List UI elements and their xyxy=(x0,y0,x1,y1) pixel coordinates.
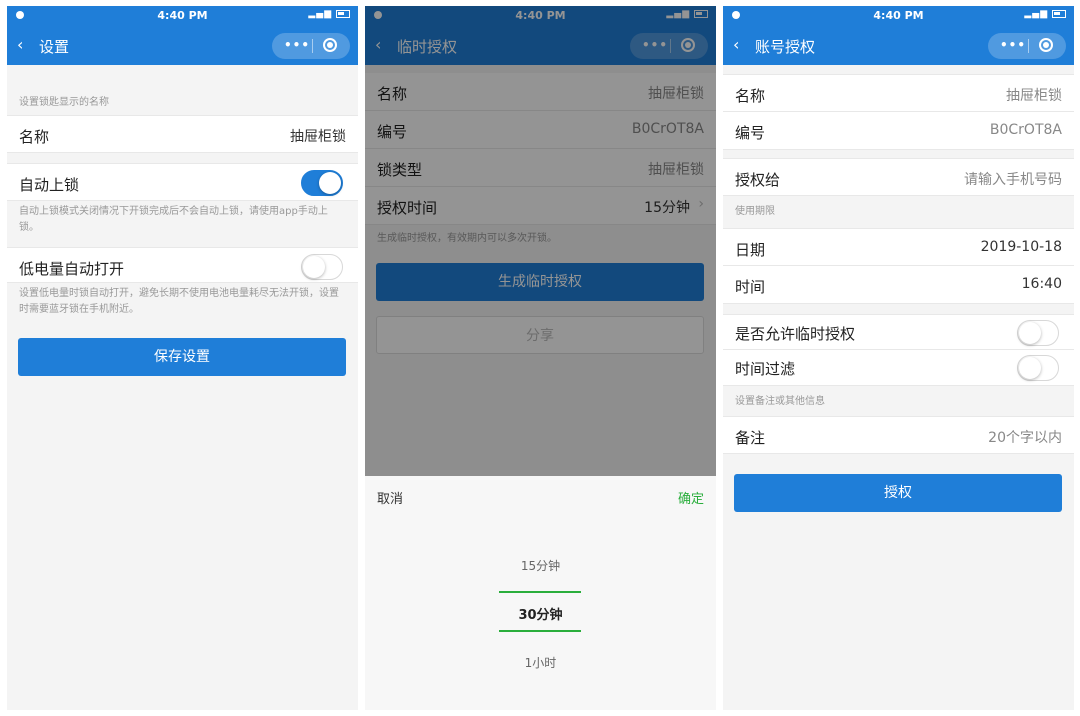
autolock-row: 自动上锁 xyxy=(7,163,358,201)
settings-screen: 4:40 PM ▂▄▆ ‹ 设置 ••• 设置锁匙显示的名称 名称 抽屉柜锁 自… xyxy=(7,6,358,710)
duration-picker: 取消 确定 15分钟 30分钟 1小时 xyxy=(365,476,716,710)
lowbat-hint: 设置低电量时锁自动打开，避免长期不使用电池电量耗尽无法开锁，设置时需要蓝牙锁在手… xyxy=(19,288,339,315)
autolock-hint: 自动上锁模式关闭情况下开锁完成后不会自动上锁，请使用app手动上锁。 xyxy=(19,206,328,233)
lock-id-label: 编号 xyxy=(735,124,766,142)
lock-name-row: 名称 抽屉柜锁 xyxy=(723,74,1074,112)
allow-temp-label: 是否允许临时授权 xyxy=(735,325,856,343)
autolock-toggle[interactable] xyxy=(301,170,343,196)
close-miniprogram-icon[interactable] xyxy=(1039,38,1053,52)
lowbat-toggle[interactable] xyxy=(301,254,343,280)
lowbat-row: 低电量自动打开 xyxy=(7,247,358,283)
save-button[interactable]: 保存设置 xyxy=(18,338,346,376)
page-title: 账号授权 xyxy=(755,38,816,56)
signal-battery-icon: ▂▄▆ xyxy=(1024,9,1066,19)
modal-overlay[interactable] xyxy=(365,6,716,476)
time-filter-toggle[interactable] xyxy=(1017,355,1059,381)
picker-selection-line-bottom xyxy=(499,630,581,632)
name-hint: 设置锁匙显示的名称 xyxy=(19,97,109,108)
grant-to-row: 授权给 请输入手机号码 xyxy=(723,158,1074,196)
navigation-bar: ‹ 设置 ••• xyxy=(7,25,358,65)
picker-confirm-button[interactable]: 确定 xyxy=(678,488,704,507)
note-row: 备注 20个字以内 xyxy=(723,416,1074,454)
autolock-label: 自动上锁 xyxy=(19,176,80,194)
more-icon[interactable]: ••• xyxy=(1000,38,1026,52)
date-row[interactable]: 日期 2019-10-18 xyxy=(723,228,1074,266)
account-auth-content: 名称 抽屉柜锁 编号 B0CrOT8A 授权给 请输入手机号码 使用期限 日期 … xyxy=(723,74,1074,454)
status-bar: 4:40 PM ▂▄▆ xyxy=(7,6,358,25)
name-row[interactable]: 名称 抽屉柜锁 xyxy=(7,115,358,153)
status-time: 4:40 PM xyxy=(873,9,924,22)
account-auth-screen: 4:40 PM ▂▄▆ ‹ 账号授权 ••• 名称 抽屉柜锁 编号 B0CrOT… xyxy=(723,6,1074,710)
time-label: 时间 xyxy=(735,278,766,296)
allow-temp-toggle[interactable] xyxy=(1017,320,1059,346)
picker-option[interactable]: 1小时 xyxy=(365,654,716,671)
picker-cancel-button[interactable]: 取消 xyxy=(377,488,403,507)
lowbat-label: 低电量自动打开 xyxy=(19,260,125,278)
settings-content: 设置锁匙显示的名称 名称 抽屉柜锁 自动上锁 自动上锁模式关闭情况下开锁完成后不… xyxy=(7,65,358,333)
page-title: 设置 xyxy=(39,38,70,56)
menu-capsule: ••• xyxy=(272,33,350,59)
name-value[interactable]: 抽屉柜锁 xyxy=(290,126,346,146)
close-miniprogram-icon[interactable] xyxy=(323,38,337,52)
time-value[interactable]: 16:40 xyxy=(1022,276,1062,292)
status-time: 4:40 PM xyxy=(157,9,208,22)
note-input[interactable]: 20个字以内 xyxy=(988,427,1062,447)
more-icon[interactable]: ••• xyxy=(284,38,310,52)
picker-option[interactable]: 15分钟 xyxy=(365,557,716,574)
temp-auth-screen: 4:40 PM ▂▄▆ ‹ 临时授权 ••• 名称 抽屉柜锁 编号 B0CrOT… xyxy=(365,6,716,710)
time-filter-label: 时间过滤 xyxy=(735,360,796,378)
allow-temp-row: 是否允许临时授权 xyxy=(723,314,1074,350)
back-icon[interactable]: ‹ xyxy=(17,35,23,54)
time-row[interactable]: 时间 16:40 xyxy=(723,266,1074,304)
period-hint: 使用期限 xyxy=(735,206,775,217)
lock-id-value: B0CrOT8A xyxy=(989,122,1062,138)
note-label: 备注 xyxy=(735,429,766,447)
status-bar: 4:40 PM ▂▄▆ xyxy=(723,6,1074,25)
phone-input[interactable]: 请输入手机号码 xyxy=(964,169,1062,189)
picker-selection-line-top xyxy=(499,591,581,593)
lock-name-label: 名称 xyxy=(735,87,766,105)
grant-to-label: 授权给 xyxy=(735,171,781,189)
name-label: 名称 xyxy=(19,128,50,146)
back-icon[interactable]: ‹ xyxy=(733,35,739,54)
note-hint: 设置备注或其他信息 xyxy=(735,396,825,407)
date-label: 日期 xyxy=(735,241,766,259)
lock-name-value: 抽屉柜锁 xyxy=(1006,88,1062,104)
signal-battery-icon: ▂▄▆ xyxy=(308,9,350,19)
lock-id-row: 编号 B0CrOT8A xyxy=(723,112,1074,150)
date-value[interactable]: 2019-10-18 xyxy=(981,239,1062,255)
authorize-button[interactable]: 授权 xyxy=(734,474,1062,512)
menu-capsule: ••• xyxy=(988,33,1066,59)
navigation-bar: ‹ 账号授权 ••• xyxy=(723,25,1074,65)
time-filter-row: 时间过滤 xyxy=(723,350,1074,386)
picker-option-selected[interactable]: 30分钟 xyxy=(365,604,716,623)
